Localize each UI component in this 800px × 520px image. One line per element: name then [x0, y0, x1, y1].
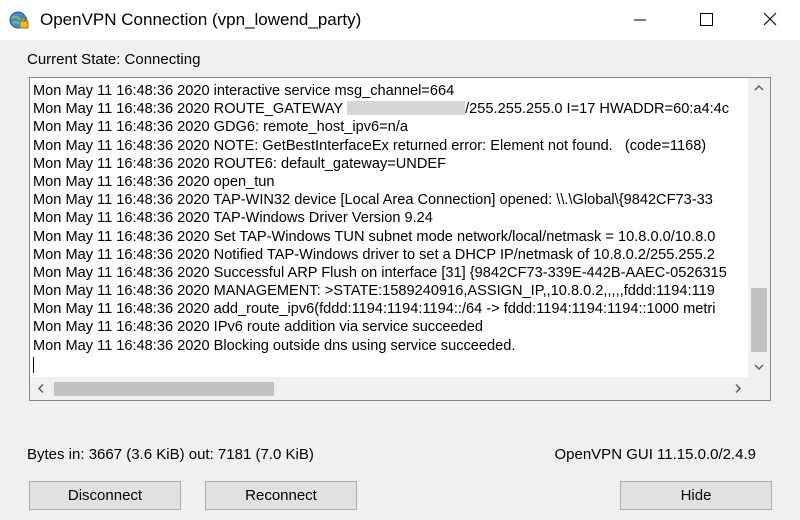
log-textbox[interactable]: Mon May 11 16:48:36 2020 interactive ser…	[29, 77, 771, 401]
openvpn-globe-lock-icon	[8, 9, 30, 31]
chevron-up-icon	[754, 84, 764, 91]
window-title: OpenVPN Connection (vpn_lowend_party)	[40, 10, 362, 29]
redacted-ip-block	[347, 101, 466, 116]
log-line: Mon May 11 16:48:36 2020 IPv6 route addi…	[33, 319, 483, 336]
log-line: Mon May 11 16:48:36 2020 ROUTE6: default…	[33, 155, 447, 172]
log-line-text-tail: /255.255.255.0 I=17 HWADDR=60:a4:4c	[465, 101, 730, 118]
log-line: Mon May 11 16:48:36 2020 Successful ARP …	[33, 264, 727, 281]
log-line: Mon May 11 16:48:36 2020 TAP-WIN32 devic…	[33, 192, 713, 209]
log-line-text: Mon May 11 16:48:36 2020 ROUTE_GATEWAY	[33, 101, 344, 118]
scroll-down-button[interactable]	[748, 357, 770, 377]
title-bar[interactable]: OpenVPN Connection (vpn_lowend_party)	[0, 0, 800, 40]
log-line: Mon May 11 16:48:36 2020 TAP-Windows Dri…	[33, 210, 433, 227]
horizontal-scroll-thumb[interactable]	[54, 382, 274, 396]
vertical-scrollbar[interactable]	[748, 78, 770, 377]
log-line: Mon May 11 16:48:36 2020 add_route_ipv6(…	[33, 301, 716, 318]
scroll-left-button[interactable]	[30, 377, 52, 400]
log-line: Mon May 11 16:48:36 2020 interactive ser…	[33, 83, 455, 99]
reconnect-button[interactable]: Reconnect	[205, 481, 357, 510]
log-lines: Mon May 11 16:48:36 2020 interactive ser…	[33, 82, 748, 374]
connection-state: Current State: Connecting	[27, 51, 201, 68]
chevron-left-icon	[37, 383, 44, 394]
log-line: Mon May 11 16:48:36 2020 MANAGEMENT: >ST…	[33, 283, 715, 300]
minimize-button[interactable]	[617, 0, 663, 40]
traffic-stats: Bytes in: 3667 (3.6 KiB) out: 7181 (7.0 …	[27, 446, 314, 463]
minimize-icon	[634, 19, 646, 21]
chevron-right-icon	[735, 383, 742, 394]
horizontal-scrollbar[interactable]	[30, 377, 749, 400]
scroll-right-button[interactable]	[727, 377, 749, 400]
log-line: Mon May 11 16:48:36 2020 Set TAP-Windows…	[33, 228, 716, 245]
maximize-button[interactable]	[683, 0, 729, 40]
vertical-scroll-thumb[interactable]	[751, 288, 767, 352]
log-line-route-gateway: Mon May 11 16:48:36 2020 ROUTE_GATEWAY/2…	[33, 100, 748, 118]
scrollbar-corner	[748, 377, 770, 400]
gui-version: OpenVPN GUI 11.15.0.0/2.4.9	[554, 446, 756, 463]
close-button[interactable]	[747, 0, 793, 40]
log-line: Mon May 11 16:48:36 2020 NOTE: GetBestIn…	[33, 137, 707, 154]
log-line: Mon May 11 16:48:36 2020 Blocking outsid…	[33, 337, 516, 354]
log-line: Mon May 11 16:48:36 2020 Notified TAP-Wi…	[33, 246, 715, 263]
chevron-down-icon	[754, 364, 764, 371]
maximize-icon	[700, 13, 713, 26]
close-icon	[763, 12, 777, 26]
disconnect-button[interactable]: Disconnect	[29, 481, 181, 510]
hide-button[interactable]: Hide	[620, 481, 772, 510]
log-line: Mon May 11 16:48:36 2020 open_tun	[33, 173, 275, 190]
log-line: Mon May 11 16:48:36 2020 GDG6: remote_ho…	[33, 119, 408, 136]
text-caret	[33, 356, 34, 373]
scroll-up-button[interactable]	[748, 78, 770, 98]
